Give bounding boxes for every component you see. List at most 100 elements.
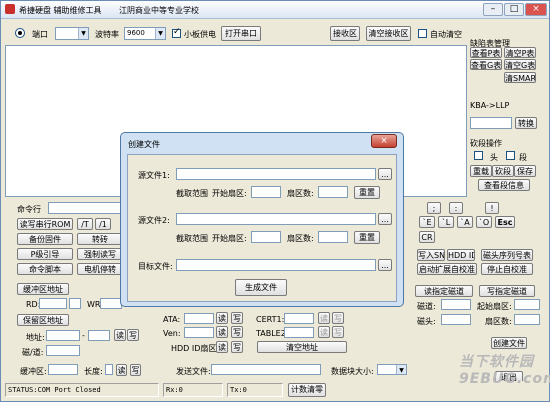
addr-end-input[interactable] [88, 330, 110, 341]
view-p-button[interactable]: 查看P表 [470, 47, 502, 58]
head-map-button[interactable]: 磁头序列号表 [481, 249, 533, 261]
read-track-button[interactable]: 读指定磁道 [415, 285, 473, 297]
src1-browse-button[interactable]: ... [378, 168, 392, 180]
write-track-button[interactable]: 写指定磁道 [479, 285, 535, 297]
clear-addr-button[interactable]: 清空地址 [257, 341, 347, 353]
key-cr[interactable]: CR [419, 231, 435, 243]
stop-calibrate-button[interactable]: 停止自校准 [481, 263, 533, 275]
save-button[interactable]: 保存 [514, 165, 536, 177]
cert-read-button[interactable]: 读 [318, 312, 330, 324]
create-file-button[interactable]: 创建文件 [491, 337, 527, 349]
cmd-script-button[interactable]: 命令脚本 [17, 263, 73, 275]
key-a[interactable]: `A [457, 216, 473, 228]
clear-p-button[interactable]: 清空P表 [504, 47, 536, 58]
recv-area-button[interactable]: 接收区 [330, 26, 360, 41]
port-select[interactable]: ▼ [55, 27, 89, 40]
cut-sector-button[interactable]: 砍段 [492, 165, 514, 177]
head-track-input[interactable] [46, 345, 80, 356]
target-input[interactable] [176, 259, 376, 271]
motor-stop-button[interactable]: 电机停转 [77, 263, 123, 275]
convert-brick-button[interactable]: 转砖 [77, 233, 123, 245]
cert-write-button[interactable]: 写 [332, 312, 344, 324]
ven-input[interactable] [184, 327, 214, 338]
buffer-addr-button[interactable]: 缓冲区地址 [17, 283, 69, 295]
rd-input-2[interactable] [69, 298, 81, 309]
key-l[interactable]: `L [438, 216, 454, 228]
addr-read-button[interactable]: 读 [114, 329, 126, 341]
slash-1-button[interactable]: /1 [95, 218, 111, 230]
force-rw-button[interactable]: 强制读写 [77, 248, 123, 260]
dialog-close-button[interactable]: × [371, 134, 397, 148]
read-rom-button[interactable]: 读写串行ROM [17, 218, 73, 230]
head-checkbox[interactable] [474, 151, 483, 160]
ata-input[interactable] [184, 313, 214, 324]
view-info-button[interactable]: 查看段信息 [478, 179, 530, 191]
start-sector-input[interactable] [514, 299, 540, 310]
port-radio[interactable] [15, 28, 25, 38]
send-file-input[interactable] [211, 364, 321, 375]
key-colon[interactable]: : [449, 202, 463, 214]
close-button[interactable]: × [525, 3, 547, 16]
p-list-button[interactable]: P级引导 [17, 248, 73, 260]
ata-read-button[interactable]: 读 [216, 312, 228, 324]
buffer-write-button[interactable]: 写 [130, 364, 141, 376]
reload-button[interactable]: 重载 [470, 165, 492, 177]
slash-t-button[interactable]: /T [77, 218, 93, 230]
key-exclaim[interactable]: ! [485, 202, 499, 214]
start-sector-input-2[interactable] [251, 231, 281, 243]
key-esc[interactable]: Esc [495, 216, 515, 228]
open-port-button[interactable]: 打开串口 [221, 26, 261, 41]
clear-g-button[interactable]: 清空G表 [504, 59, 536, 70]
minimize-button[interactable]: – [483, 3, 503, 16]
sector-count-input[interactable] [514, 314, 540, 325]
baud-select[interactable]: 9600 ▼ [124, 27, 166, 40]
key-o[interactable]: `O [476, 216, 492, 228]
clear-recv-button[interactable]: 清空接收区 [366, 26, 411, 41]
hdd-id-button[interactable]: HDD ID [447, 249, 475, 261]
kba-input[interactable] [470, 117, 512, 129]
start-sector-input-1[interactable] [251, 186, 281, 198]
write-sn-button[interactable]: 写入SN [417, 249, 445, 261]
auto-calibrate-button[interactable]: 启动扩展自校准 [417, 263, 477, 275]
rd-input[interactable] [39, 298, 67, 309]
src2-input[interactable] [176, 213, 376, 225]
src1-input[interactable] [176, 168, 376, 180]
addr-input[interactable] [46, 330, 80, 341]
table2-read-button[interactable]: 读 [318, 326, 330, 338]
backup-fw-button[interactable]: 备份固件 [17, 233, 73, 245]
generate-file-button[interactable]: 生成文件 [235, 279, 287, 296]
reset-count-button[interactable]: 计数清零 [288, 383, 326, 397]
convert-button[interactable]: 转换 [515, 117, 537, 129]
key-semicolon[interactable]: ; [427, 202, 441, 214]
ven-read-button[interactable]: 读 [216, 326, 228, 338]
seg-checkbox[interactable] [506, 151, 515, 160]
board-power-checkbox[interactable] [172, 27, 181, 38]
view-g-button[interactable]: 查看G表 [470, 59, 502, 70]
reset-button-2[interactable]: 重置 [354, 231, 380, 244]
buffer-area-input[interactable] [48, 364, 78, 375]
cmd-input[interactable] [48, 202, 123, 214]
key-e[interactable]: `E [419, 216, 435, 228]
sector-count-input-2[interactable] [318, 231, 348, 243]
reset-button-1[interactable]: 重置 [354, 186, 380, 199]
keep-buffer-button[interactable]: 保留区地址 [17, 314, 69, 326]
block-size-select[interactable]: ▼ [377, 364, 407, 375]
track-input[interactable] [441, 299, 471, 310]
src2-browse-button[interactable]: ... [378, 213, 392, 225]
clear-smart-button[interactable]: 清SMART [504, 72, 536, 83]
cert-input[interactable] [284, 313, 314, 324]
length-input[interactable] [105, 364, 113, 375]
hdd-read-button[interactable]: 读 [216, 341, 228, 353]
table2-write-button[interactable]: 写 [332, 326, 344, 338]
table2-input[interactable] [284, 327, 314, 338]
addr-write-button[interactable]: 写 [127, 329, 139, 341]
head-input[interactable] [441, 314, 471, 325]
ata-write-button[interactable]: 写 [231, 312, 243, 324]
auto-clear-checkbox[interactable] [418, 29, 427, 38]
hdd-write-button[interactable]: 写 [231, 341, 243, 353]
ven-write-button[interactable]: 写 [231, 326, 243, 338]
buffer-read-button[interactable]: 读 [116, 364, 127, 376]
target-browse-button[interactable]: ... [378, 259, 392, 271]
sector-count-input-1[interactable] [318, 186, 348, 198]
maximize-button[interactable]: □ [504, 3, 524, 16]
